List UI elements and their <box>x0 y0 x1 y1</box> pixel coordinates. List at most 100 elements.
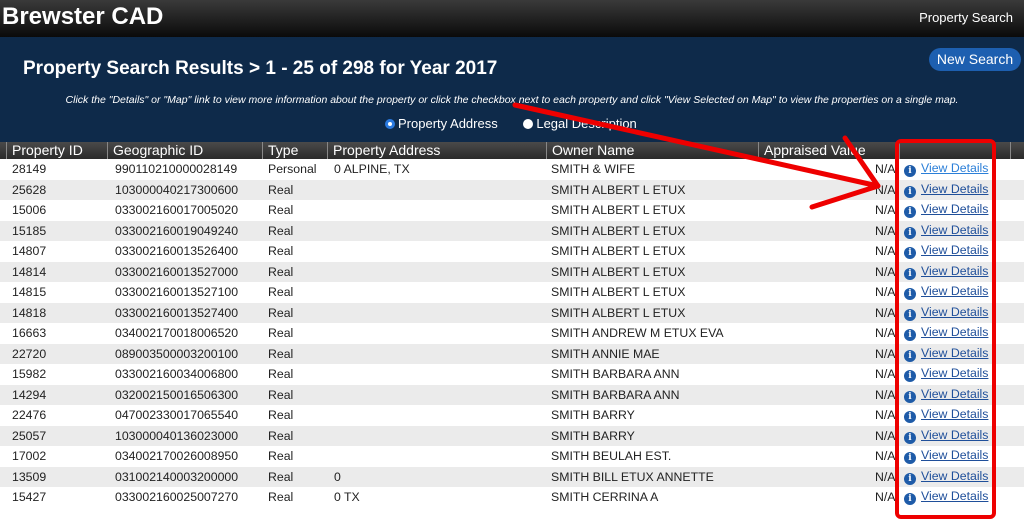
view-details-label[interactable]: View Details <box>921 325 988 339</box>
appraised-value-cell: N/A <box>875 223 896 238</box>
view-details-link[interactable]: i View Details <box>904 407 988 423</box>
view-details-label[interactable]: View Details <box>921 346 988 360</box>
view-details-label[interactable]: View Details <box>921 305 988 319</box>
info-icon[interactable]: i <box>904 390 916 403</box>
view-details-label[interactable]: View Details <box>921 202 988 216</box>
property-id-cell: 14294 <box>12 387 47 402</box>
radio-legal-description[interactable]: Legal Description <box>523 116 637 131</box>
info-icon[interactable]: i <box>904 493 916 505</box>
column-header-property-id[interactable]: Property ID <box>6 142 107 159</box>
view-details-link[interactable]: i View Details <box>904 284 988 300</box>
view-details-label[interactable]: View Details <box>921 366 988 380</box>
owner-name-cell: SMITH BARRY <box>551 428 635 443</box>
property-id-cell: 13509 <box>12 469 47 484</box>
geographic-id-cell: 033002160013527100 <box>115 285 239 299</box>
info-icon[interactable]: i <box>904 267 916 280</box>
type-cell: Real <box>268 203 294 217</box>
info-icon[interactable]: i <box>904 308 916 321</box>
type-cell: Personal <box>268 162 317 176</box>
view-details-link[interactable]: i View Details <box>904 387 988 403</box>
view-details-link[interactable]: i View Details <box>904 223 988 239</box>
view-details-label[interactable]: View Details <box>921 182 988 196</box>
view-details-link[interactable]: i View Details <box>904 325 988 341</box>
view-details-link[interactable]: i View Details <box>904 161 988 177</box>
view-details-label[interactable]: View Details <box>921 284 988 298</box>
view-details-link[interactable]: i View Details <box>904 182 988 198</box>
geographic-id-cell: 033002160013527000 <box>115 264 239 279</box>
info-icon[interactable]: i <box>904 329 916 341</box>
view-details-link[interactable]: i View Details <box>904 428 988 444</box>
view-details-link[interactable]: i View Details <box>904 346 988 362</box>
view-details-label[interactable]: View Details <box>921 264 988 278</box>
property-id-cell: 15006 <box>12 203 47 217</box>
appraised-value-cell: N/A <box>875 264 896 279</box>
view-details-link[interactable]: i View Details <box>904 489 988 505</box>
new-search-button[interactable]: New Search <box>929 48 1021 71</box>
property-id-cell: 14807 <box>12 244 47 258</box>
info-icon[interactable]: i <box>904 247 916 259</box>
radio-checked-icon[interactable] <box>385 119 395 129</box>
site-logo[interactable]: Brewster CAD <box>2 3 163 31</box>
view-details-link[interactable]: i View Details <box>904 448 988 464</box>
radio-unchecked-icon[interactable] <box>523 119 534 129</box>
column-header-geographic-id[interactable]: Geographic ID <box>107 142 262 159</box>
view-details-label[interactable]: View Details <box>921 489 988 503</box>
appraised-value-cell: N/A <box>875 285 896 299</box>
view-details-link[interactable]: i View Details <box>904 469 988 485</box>
view-details-label[interactable]: View Details <box>921 223 988 237</box>
type-cell: Real <box>268 264 294 279</box>
view-details-label[interactable]: View Details <box>921 387 988 401</box>
view-details-label[interactable]: View Details <box>921 407 988 421</box>
property-id-cell: 25057 <box>12 428 47 443</box>
geographic-id-cell: 033002160025007270 <box>115 490 239 504</box>
view-details-link[interactable]: i View Details <box>904 202 988 218</box>
property-address-cell: 0 TX <box>334 490 360 504</box>
view-details-label[interactable]: View Details <box>921 448 988 462</box>
appraised-value-cell: N/A <box>875 244 896 258</box>
view-details-label[interactable]: View Details <box>921 243 988 257</box>
top-bar: Brewster CAD Property Search <box>0 0 1024 37</box>
owner-name-cell: SMITH BARRY <box>551 408 635 422</box>
nav-property-search[interactable]: Property Search <box>919 10 1013 25</box>
property-id-cell: 14815 <box>12 285 47 299</box>
view-details-label[interactable]: View Details <box>921 469 988 483</box>
geographic-id-cell: 033002160034006800 <box>115 367 239 381</box>
view-details-link[interactable]: i View Details <box>904 366 988 382</box>
geographic-id-cell: 103000040217300600 <box>115 182 239 197</box>
view-details-label[interactable]: View Details <box>921 161 988 175</box>
table-row: 15982 033002160034006800 Real SMITH BARBARA… <box>0 364 1024 385</box>
info-icon[interactable]: i <box>904 411 916 423</box>
table-row: 22476 047002330017065540 Real SMITH BARRY N/… <box>0 405 1024 426</box>
info-icon[interactable]: i <box>904 472 916 485</box>
radio-property-address[interactable]: Property Address <box>385 116 498 131</box>
info-icon[interactable]: i <box>904 185 916 198</box>
owner-name-cell: SMITH ALBERT L ETUX <box>551 305 686 320</box>
info-icon[interactable]: i <box>904 431 916 444</box>
column-header-appraised-value[interactable]: Appraised Value <box>758 142 899 159</box>
property-id-cell: 25628 <box>12 182 47 197</box>
info-icon[interactable]: i <box>904 206 916 218</box>
info-icon[interactable]: i <box>904 226 916 239</box>
info-icon[interactable]: i <box>904 370 916 382</box>
owner-name-cell: SMITH BILL ETUX ANNETTE <box>551 469 714 484</box>
info-icon[interactable]: i <box>904 349 916 362</box>
geographic-id-cell: 990110210000028149 <box>115 162 238 176</box>
column-header-property-address[interactable]: Property Address <box>327 142 546 159</box>
results-panel: Property Search Results > 1 - 25 of 298 … <box>0 37 1024 142</box>
table-row: 15185 033002160019049240 Real SMITH ALBERT … <box>0 220 1024 241</box>
owner-name-cell: SMITH ALBERT L ETUX <box>551 244 686 258</box>
view-details-link[interactable]: i View Details <box>904 305 988 321</box>
info-icon[interactable]: i <box>904 165 916 177</box>
info-icon[interactable]: i <box>904 288 916 300</box>
type-cell: Real <box>268 182 294 197</box>
view-details-link[interactable]: i View Details <box>904 264 988 280</box>
column-header-type[interactable]: Type <box>262 142 327 159</box>
column-header-owner-name[interactable]: Owner Name <box>546 142 758 159</box>
owner-name-cell: SMITH BARBARA ANN <box>551 367 680 381</box>
appraised-value-cell: N/A <box>875 428 896 443</box>
view-details-link[interactable]: i View Details <box>904 243 988 259</box>
view-details-label[interactable]: View Details <box>921 428 988 442</box>
type-cell: Real <box>268 305 294 320</box>
property-id-cell: 15982 <box>12 367 47 381</box>
info-icon[interactable]: i <box>904 452 916 464</box>
